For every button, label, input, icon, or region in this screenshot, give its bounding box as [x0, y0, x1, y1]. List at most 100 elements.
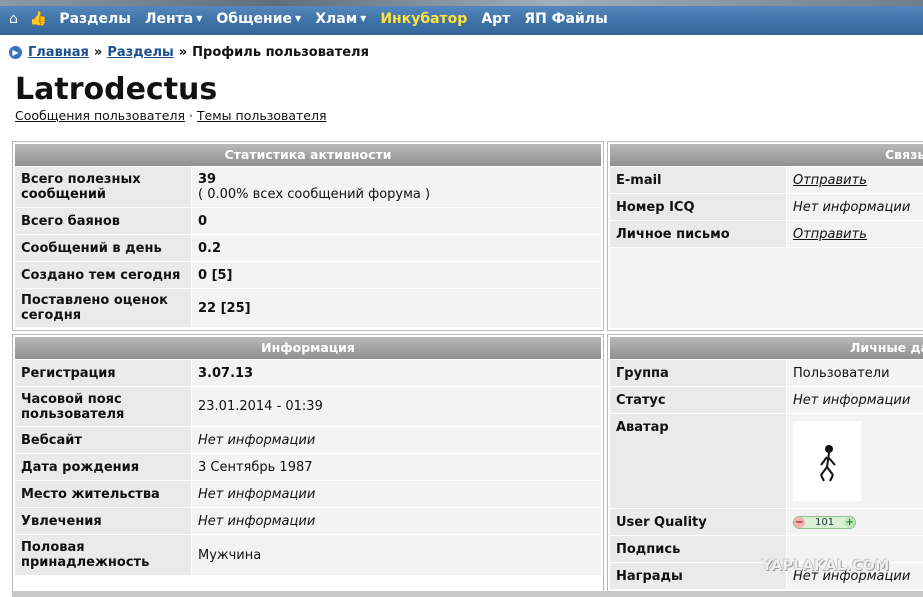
row-value: Нет информации	[192, 481, 601, 507]
next-panel-edge	[12, 591, 923, 597]
nav-art[interactable]: Арт	[481, 11, 510, 27]
row-label: Создано тем сегодня	[15, 262, 192, 288]
chevron-down-icon: ▼	[196, 14, 203, 23]
useful-posts-percent: ( 0.00% всех сообщений форума )	[198, 187, 431, 202]
table-row: Личное письмо Отправить	[610, 220, 923, 247]
row-label: Поставлено оценок сегодня	[15, 289, 192, 327]
rate-up-button[interactable]: +	[844, 516, 856, 528]
table-row: Сообщений в день 0.2	[15, 234, 601, 261]
row-label: Всего полезных сообщений	[15, 167, 192, 207]
row-value: Нет информации	[192, 508, 601, 534]
row-value: Нет информации	[192, 427, 601, 453]
send-email-link[interactable]: Отправить	[793, 173, 867, 188]
row-value	[787, 414, 923, 508]
personal-data-panel: Личные да Группа Пользователи Статус Нет…	[607, 334, 923, 592]
information-panel: Информация Регистрация 3.07.13 Часовой п…	[12, 334, 604, 592]
table-row: Вебсайт Нет информации	[15, 426, 601, 453]
row-value: Мужчина	[192, 535, 601, 575]
row-label: Подпись	[610, 536, 787, 562]
nav-yap-faily[interactable]: ЯП Файлы	[524, 11, 607, 27]
table-row: Создано тем сегодня 0 [5]	[15, 261, 601, 288]
row-label: Группа	[610, 360, 787, 386]
useful-posts-count: 39	[198, 172, 217, 187]
row-value: Нет информации	[787, 387, 923, 413]
panel-header: Статистика активности	[15, 144, 601, 166]
avatar[interactable]	[793, 421, 861, 501]
row-value: 3.07.13	[192, 360, 601, 386]
row-label: Дата рождения	[15, 454, 192, 480]
table-row: Часовой пояс пользователя 23.01.2014 - 0…	[15, 386, 601, 426]
row-label: Награды	[610, 563, 787, 589]
contacts-panel: Связь E-mail Отправить Номер ICQ Нет инф…	[607, 141, 923, 331]
row-label: Номер ICQ	[610, 194, 787, 220]
user-posts-link[interactable]: Сообщения пользователя	[15, 108, 185, 123]
table-row: Поставлено оценок сегодня 22 [25]	[15, 288, 601, 327]
table-row: Дата рождения 3 Сентябрь 1987	[15, 453, 601, 480]
nav-obshchenie[interactable]: Общение ▼	[216, 11, 301, 27]
row-value: 22 [25]	[192, 289, 601, 327]
row-value: 0.2	[192, 235, 601, 261]
table-row: Аватар	[610, 413, 923, 508]
chevron-down-icon: ▼	[295, 14, 302, 23]
table-row: Увлечения Нет информации	[15, 507, 601, 534]
row-label: Часовой пояс пользователя	[15, 387, 192, 426]
send-pm-link[interactable]: Отправить	[793, 227, 867, 242]
panel-header: Личные да	[610, 337, 923, 359]
row-label: User Quality	[610, 509, 787, 535]
stick-figure-icon	[820, 445, 836, 482]
row-label: Регистрация	[15, 360, 192, 386]
row-value: − 101 +	[787, 509, 923, 535]
nav-khlam[interactable]: Хлам ▼	[315, 11, 366, 27]
main-nav: ⌂ 👍 Разделы Лента ▼ Общение ▼ Хлам ▼ Инкуба…	[9, 11, 622, 27]
row-label: Место жительства	[15, 481, 192, 507]
row-label: Аватар	[610, 414, 787, 508]
table-row: Всего баянов 0	[15, 207, 601, 234]
panel-filler	[610, 247, 923, 328]
table-row: Группа Пользователи	[610, 359, 923, 386]
breadcrumb-sections-link[interactable]: Разделы	[107, 45, 173, 60]
row-value: Отправить	[787, 167, 923, 193]
top-navigation-bar: ⌂ 👍 Разделы Лента ▼ Общение ▼ Хлам ▼ Инкуба…	[0, 0, 923, 35]
row-value: 3 Сентябрь 1987	[192, 454, 601, 480]
row-label: Статус	[610, 387, 787, 413]
nav-razdely[interactable]: Разделы	[59, 11, 131, 27]
rate-down-button[interactable]: −	[794, 516, 805, 528]
table-row: Номер ICQ Нет информации	[610, 193, 923, 220]
user-quality-value: 101	[815, 516, 835, 528]
table-row: Регистрация 3.07.13	[15, 359, 601, 386]
row-value: Отправить	[787, 221, 923, 247]
row-value: 39 ( 0.00% всех сообщений форума )	[192, 167, 601, 207]
nav-inkubator[interactable]: Инкубатор	[380, 11, 467, 27]
profile-links: Сообщения пользователя · Темы пользовате…	[15, 108, 327, 123]
row-label: Увлечения	[15, 508, 192, 534]
row-label: Вебсайт	[15, 427, 192, 453]
activity-stats-panel: Статистика активности Всего полезных соо…	[12, 141, 604, 331]
row-label: Сообщений в день	[15, 235, 192, 261]
table-row: Статус Нет информации	[610, 386, 923, 413]
breadcrumb-separator: »	[178, 45, 188, 60]
nav-lenta[interactable]: Лента ▼	[145, 11, 203, 27]
user-topics-link[interactable]: Темы пользователя	[197, 108, 327, 123]
table-row: Место жительства Нет информации	[15, 480, 601, 507]
home-icon[interactable]: ⌂	[9, 11, 18, 27]
breadcrumb-home-link[interactable]: Главная	[28, 45, 89, 60]
thumbs-up-icon[interactable]: 👍	[30, 11, 47, 27]
table-row: Половая принадлежность Мужчина	[15, 534, 601, 575]
user-quality-rating: − 101 +	[793, 515, 857, 529]
row-label: E-mail	[610, 167, 787, 193]
panel-header: Связь	[610, 144, 923, 166]
row-value: 0 [5]	[192, 262, 601, 288]
table-row: E-mail Отправить	[610, 166, 923, 193]
row-label: Всего баянов	[15, 208, 192, 234]
breadcrumb: ▶ Главная » Разделы » Профиль пользовате…	[9, 45, 369, 60]
row-label: Личное письмо	[610, 221, 787, 247]
table-row: Всего полезных сообщений 39 ( 0.00% всех…	[15, 166, 601, 207]
row-value: Нет информации	[787, 194, 923, 220]
row-value: 0	[192, 208, 601, 234]
row-value: 23.01.2014 - 01:39	[192, 387, 601, 426]
panel-header: Информация	[15, 337, 601, 359]
header-banner-strip	[0, 0, 923, 6]
row-value: Пользователи	[787, 360, 923, 386]
table-row: User Quality − 101 +	[610, 508, 923, 535]
site-watermark: YAPLAKAL.COM	[762, 558, 890, 574]
